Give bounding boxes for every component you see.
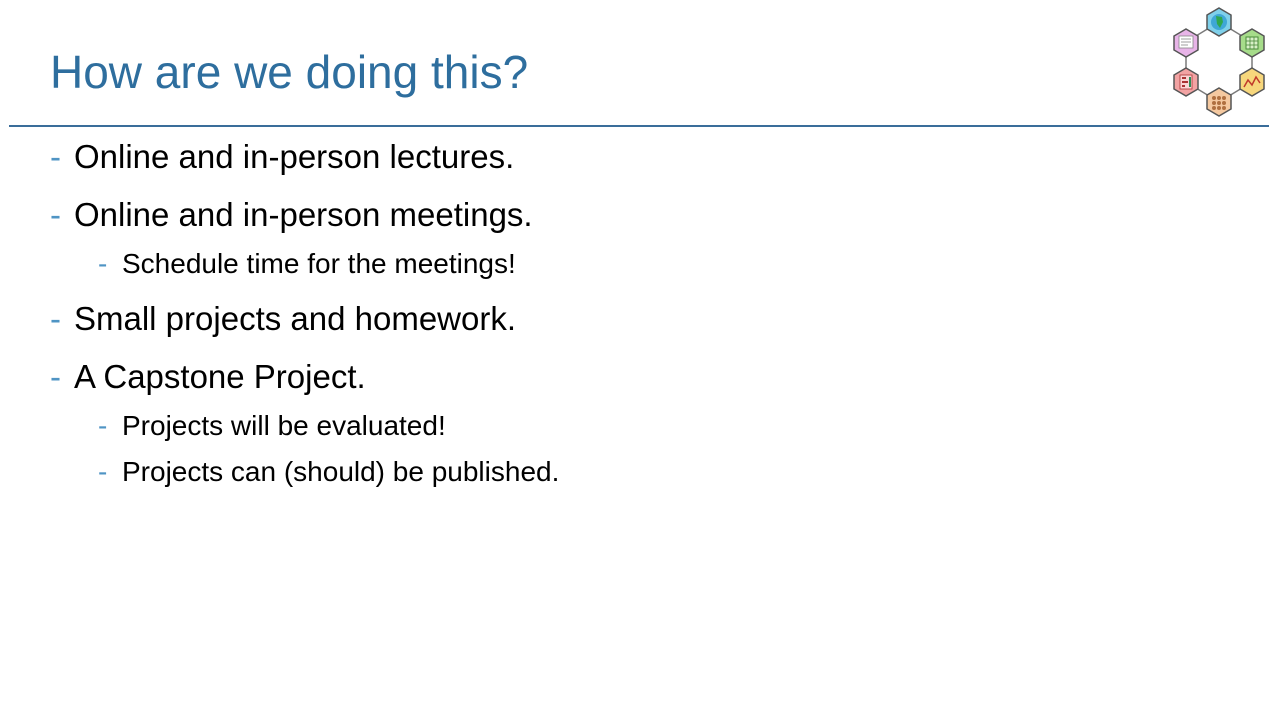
slide: How are we doing this? - Online and in-p… xyxy=(0,0,1280,720)
sub-bullet-item: - Projects will be evaluated! xyxy=(98,406,559,446)
sub-bullet-text: Schedule time for the meetings! xyxy=(122,248,516,279)
bar-table-icon xyxy=(1173,67,1199,97)
sub-bullet-text: Projects can (should) be published. xyxy=(122,456,560,487)
bullet-text: Online and in-person lectures. xyxy=(74,138,515,175)
bullet-item: - Small projects and homework. xyxy=(50,296,559,342)
bullet-marker: - xyxy=(98,248,108,279)
bullet-item: - Online and in-person meetings. xyxy=(50,192,559,238)
sub-bullet-item: - Schedule time for the meetings! xyxy=(98,244,559,284)
bullet-marker: - xyxy=(98,410,108,441)
title-divider xyxy=(9,125,1269,127)
nodes-grid-icon xyxy=(1206,87,1232,117)
line-chart-icon xyxy=(1239,67,1265,97)
bullet-item: - Online and in-person lectures. xyxy=(50,134,559,180)
bullet-text: A Capstone Project. xyxy=(74,358,366,395)
bullet-item: -A Capstone Project. xyxy=(50,354,559,400)
slide-title: How are we doing this? xyxy=(50,46,529,98)
document-icon xyxy=(1173,28,1199,58)
bullet-list: - Online and in-person lectures. - Online … xyxy=(50,134,559,492)
hexagon-cluster-logo-icon xyxy=(1173,7,1265,117)
bullet-marker: - xyxy=(98,456,108,487)
bullet-text: Small projects and homework. xyxy=(74,300,517,337)
sub-bullet-item: - Projects can (should) be published. xyxy=(98,452,559,492)
sub-bullet-text: Projects will be evaluated! xyxy=(122,410,446,441)
bullet-marker: - xyxy=(50,196,61,233)
globe-icon xyxy=(1206,7,1232,37)
bullet-text: Online and in-person meetings. xyxy=(74,196,533,233)
grid-table-icon xyxy=(1239,28,1265,58)
bullet-marker: - xyxy=(50,358,61,395)
bullet-marker: - xyxy=(50,300,61,337)
bullet-marker: - xyxy=(50,138,61,175)
